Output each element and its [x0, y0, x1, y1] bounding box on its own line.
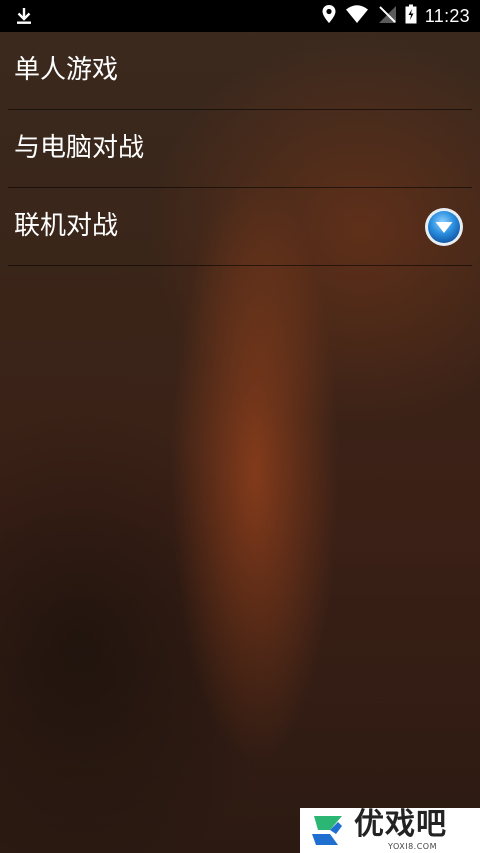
menu-item-label: 与电脑对战 — [14, 133, 145, 163]
menu-item-vs-computer[interactable]: 与电脑对战 — [0, 110, 480, 187]
divider — [8, 265, 472, 266]
no-sim-icon — [377, 4, 397, 28]
battery-charging-icon — [405, 4, 417, 28]
watermark: 优戏吧 YOXI8.COM — [300, 808, 480, 853]
watermark-logo-icon — [308, 812, 348, 849]
chevron-down-icon[interactable] — [424, 207, 464, 247]
watermark-title: 优戏吧 — [354, 807, 447, 842]
menu-item-single-player[interactable]: 单人游戏 — [0, 32, 480, 109]
status-time: 11:23 — [424, 5, 470, 26]
download-icon — [14, 6, 34, 26]
menu-item-label: 联机对战 — [14, 211, 119, 241]
watermark-subtitle: YOXI8.COM — [388, 842, 437, 851]
location-icon — [321, 4, 337, 28]
menu-item-label: 单人游戏 — [14, 55, 119, 85]
game-mode-menu: 单人游戏 与电脑对战 联机对战 — [0, 32, 480, 266]
menu-item-online-battle[interactable]: 联机对战 — [0, 188, 480, 265]
status-bar: 11:23 — [0, 0, 480, 32]
wifi-icon — [345, 4, 369, 28]
